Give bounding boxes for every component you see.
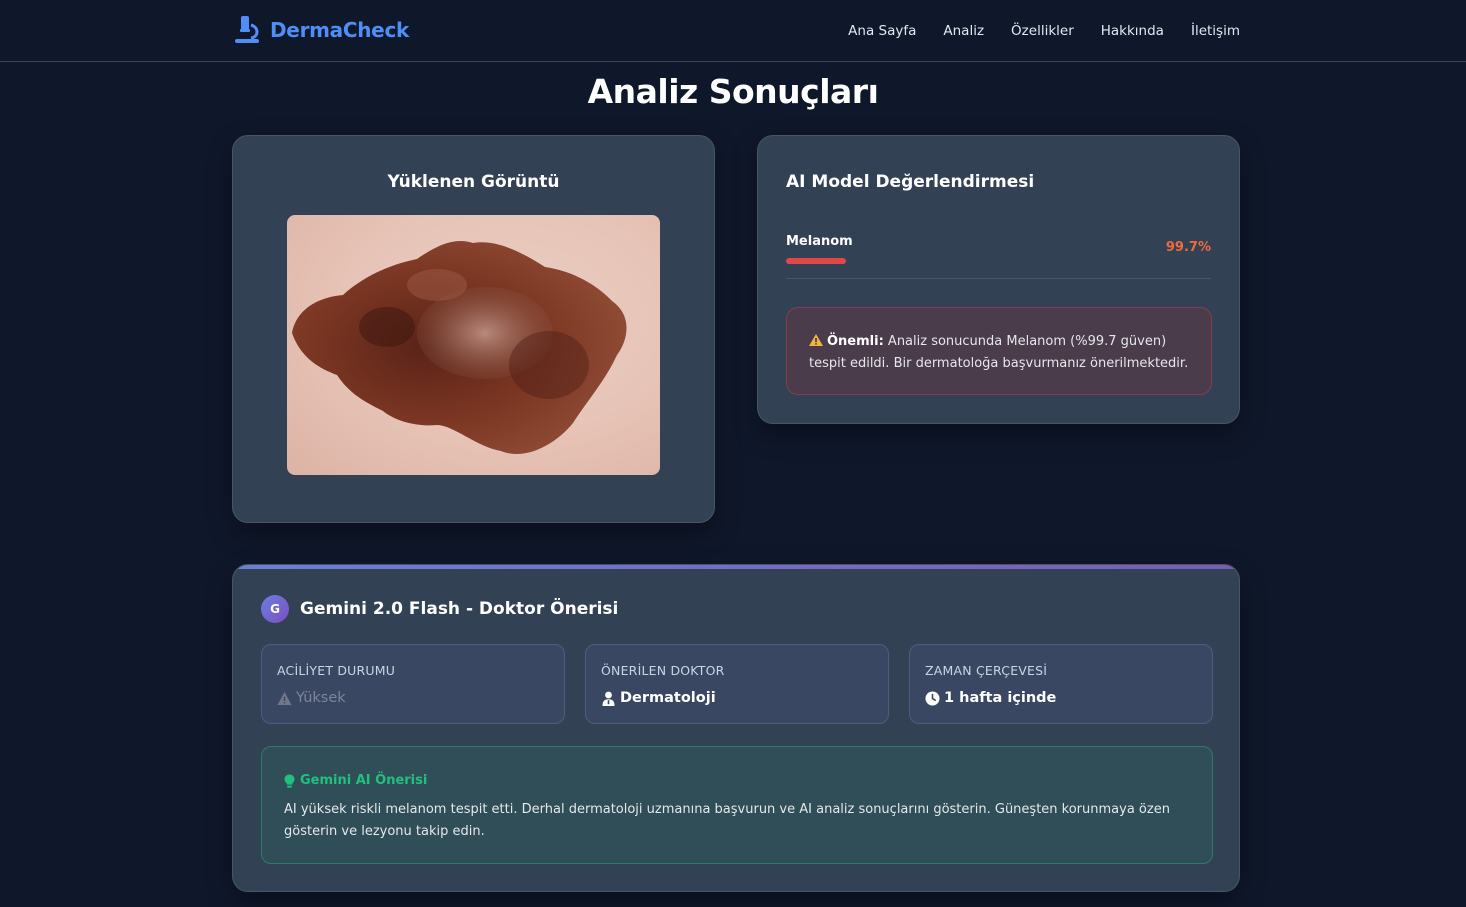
microscope-icon xyxy=(235,16,259,43)
confidence-bar-fill xyxy=(786,258,846,264)
ai-recommendation-text: AI yüksek riskli melanom tespit etti. De… xyxy=(284,802,1170,839)
gemini-avatar: G xyxy=(261,595,289,623)
doctor-value-text: Dermatoloji xyxy=(620,690,716,706)
confidence-bar xyxy=(786,258,846,264)
nav-link-hakkinda[interactable]: Hakkında xyxy=(1101,23,1164,39)
nav-menu: Ana Sayfa Analiz Özellikler Hakkında İle… xyxy=(848,23,1240,39)
divider xyxy=(786,278,1211,279)
warning-alert: Önemli: Analiz sonucunda Melanom (%99.7 … xyxy=(786,307,1212,395)
urgency-label: ACİLİYET DURUMU xyxy=(277,663,396,678)
ai-model-title: AI Model Değerlendirmesi xyxy=(786,172,1035,192)
doctor-icon xyxy=(602,691,615,706)
clock-icon xyxy=(925,691,940,705)
timeframe-value: 1 hafta içinde xyxy=(925,690,1056,706)
ai-model-card: AI Model Değerlendirmesi Melanom 99.7% Ö… xyxy=(757,135,1240,424)
ai-recommendation-box: Gemini AI Önerisi AI yüksek riskli melan… xyxy=(261,746,1213,864)
timeframe-box: ZAMAN ÇERÇEVESİ 1 hafta içinde xyxy=(909,644,1213,724)
card-accent-bar xyxy=(233,565,1239,569)
prediction-label: Melanom xyxy=(786,234,853,249)
doctor-box: ÖNERİLEN DOKTOR Dermatoloji xyxy=(585,644,889,724)
ai-recommendation-title: Gemini AI Önerisi xyxy=(284,773,427,788)
nav-link-analiz[interactable]: Analiz xyxy=(943,23,984,39)
uploaded-image-card: Yüklenen Görüntü xyxy=(232,135,715,523)
uploaded-lesion-image xyxy=(287,215,660,475)
timeframe-label: ZAMAN ÇERÇEVESİ xyxy=(925,663,1048,678)
warning-label: Önemli: xyxy=(827,334,884,349)
timeframe-value-text: 1 hafta içinde xyxy=(944,690,1057,706)
gemini-title: Gemini 2.0 Flash - Doktor Önerisi xyxy=(300,599,619,619)
gemini-recommendation-card: G Gemini 2.0 Flash - Doktor Önerisi ACİL… xyxy=(232,564,1240,892)
nav-link-ana-sayfa[interactable]: Ana Sayfa xyxy=(848,23,916,39)
brand-logo[interactable]: DermaCheck xyxy=(232,15,409,45)
doctor-value: Dermatoloji xyxy=(601,690,716,706)
warning-icon xyxy=(809,334,823,346)
lightbulb-icon xyxy=(284,774,295,788)
warning-icon xyxy=(277,691,292,705)
brand-name: DermaCheck xyxy=(270,18,410,42)
urgency-value: Yüksek xyxy=(277,690,346,706)
doctor-label: ÖNERİLEN DOKTOR xyxy=(601,663,725,678)
ai-recommendation-title-text: Gemini AI Önerisi xyxy=(300,773,428,788)
uploaded-image-title: Yüklenen Görüntü xyxy=(387,172,560,192)
prediction-confidence: 99.7% xyxy=(1165,240,1211,255)
nav-link-ozellikler[interactable]: Özellikler xyxy=(1011,23,1074,39)
nav-link-iletisim[interactable]: İletişim xyxy=(1191,23,1240,39)
navbar: DermaCheck Ana Sayfa Analiz Özellikler H… xyxy=(0,0,1466,62)
page-title: Analiz Sonuçları xyxy=(587,72,879,111)
urgency-value-text: Yüksek xyxy=(296,690,346,706)
urgency-box: ACİLİYET DURUMU Yüksek xyxy=(261,644,565,724)
